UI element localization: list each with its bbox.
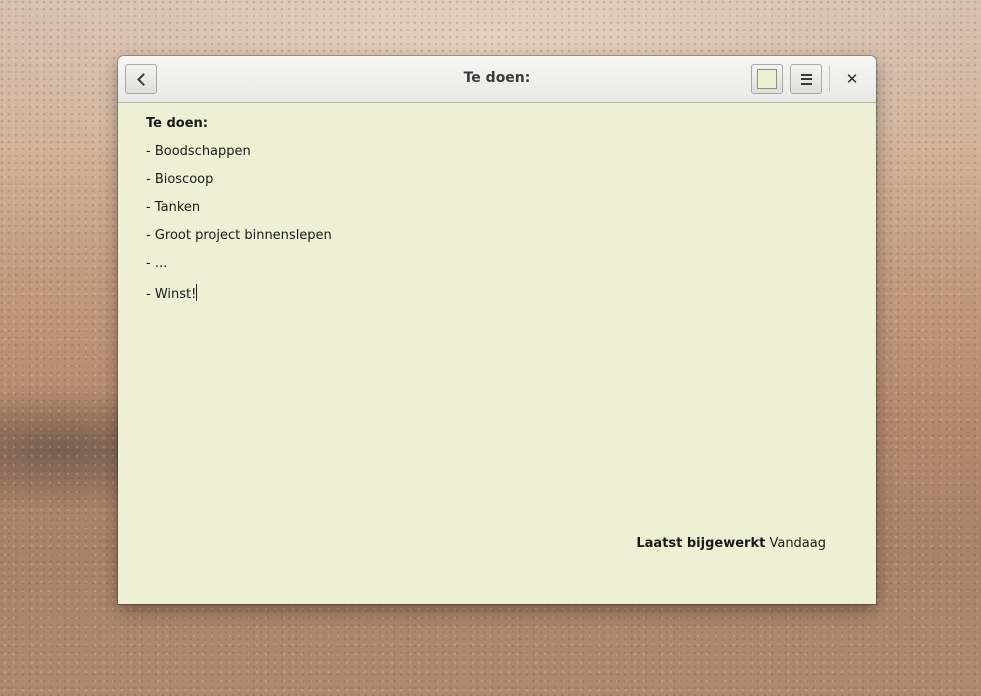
last-updated-label: Laatst bijgewerkt — [636, 536, 766, 551]
note-color-button[interactable] — [751, 64, 783, 94]
note-line-text: - Winst! — [146, 287, 197, 302]
note-line: - ... — [146, 256, 168, 271]
color-swatch — [757, 69, 777, 89]
text-cursor — [196, 284, 198, 301]
note-line: - Boodschappen — [146, 144, 251, 159]
last-updated-value: Vandaag — [769, 536, 826, 551]
hamburger-icon — [800, 73, 812, 85]
note-line: - Tanken — [146, 200, 201, 215]
note-line: - Groot project binnenslepen — [146, 228, 332, 243]
close-icon: ✕ — [845, 70, 859, 88]
note-line-last: - Winst! — [146, 284, 746, 312]
close-button[interactable]: ✕ — [837, 64, 867, 94]
header-separator — [829, 66, 830, 92]
menu-button[interactable] — [790, 64, 822, 94]
note-heading: Te doen: — [146, 116, 208, 131]
note-editor[interactable]: Te doen: - Boodschappen - Bioscoop - Tan… — [146, 116, 746, 312]
last-updated: Laatst bijgewerkt Vandaag — [636, 536, 826, 551]
header-bar: Te doen: ✕ — [118, 56, 876, 103]
notes-window: Te doen: ✕ Te doen: - Boodschappen - Bio… — [118, 56, 876, 604]
note-line: - Bioscoop — [146, 172, 214, 187]
